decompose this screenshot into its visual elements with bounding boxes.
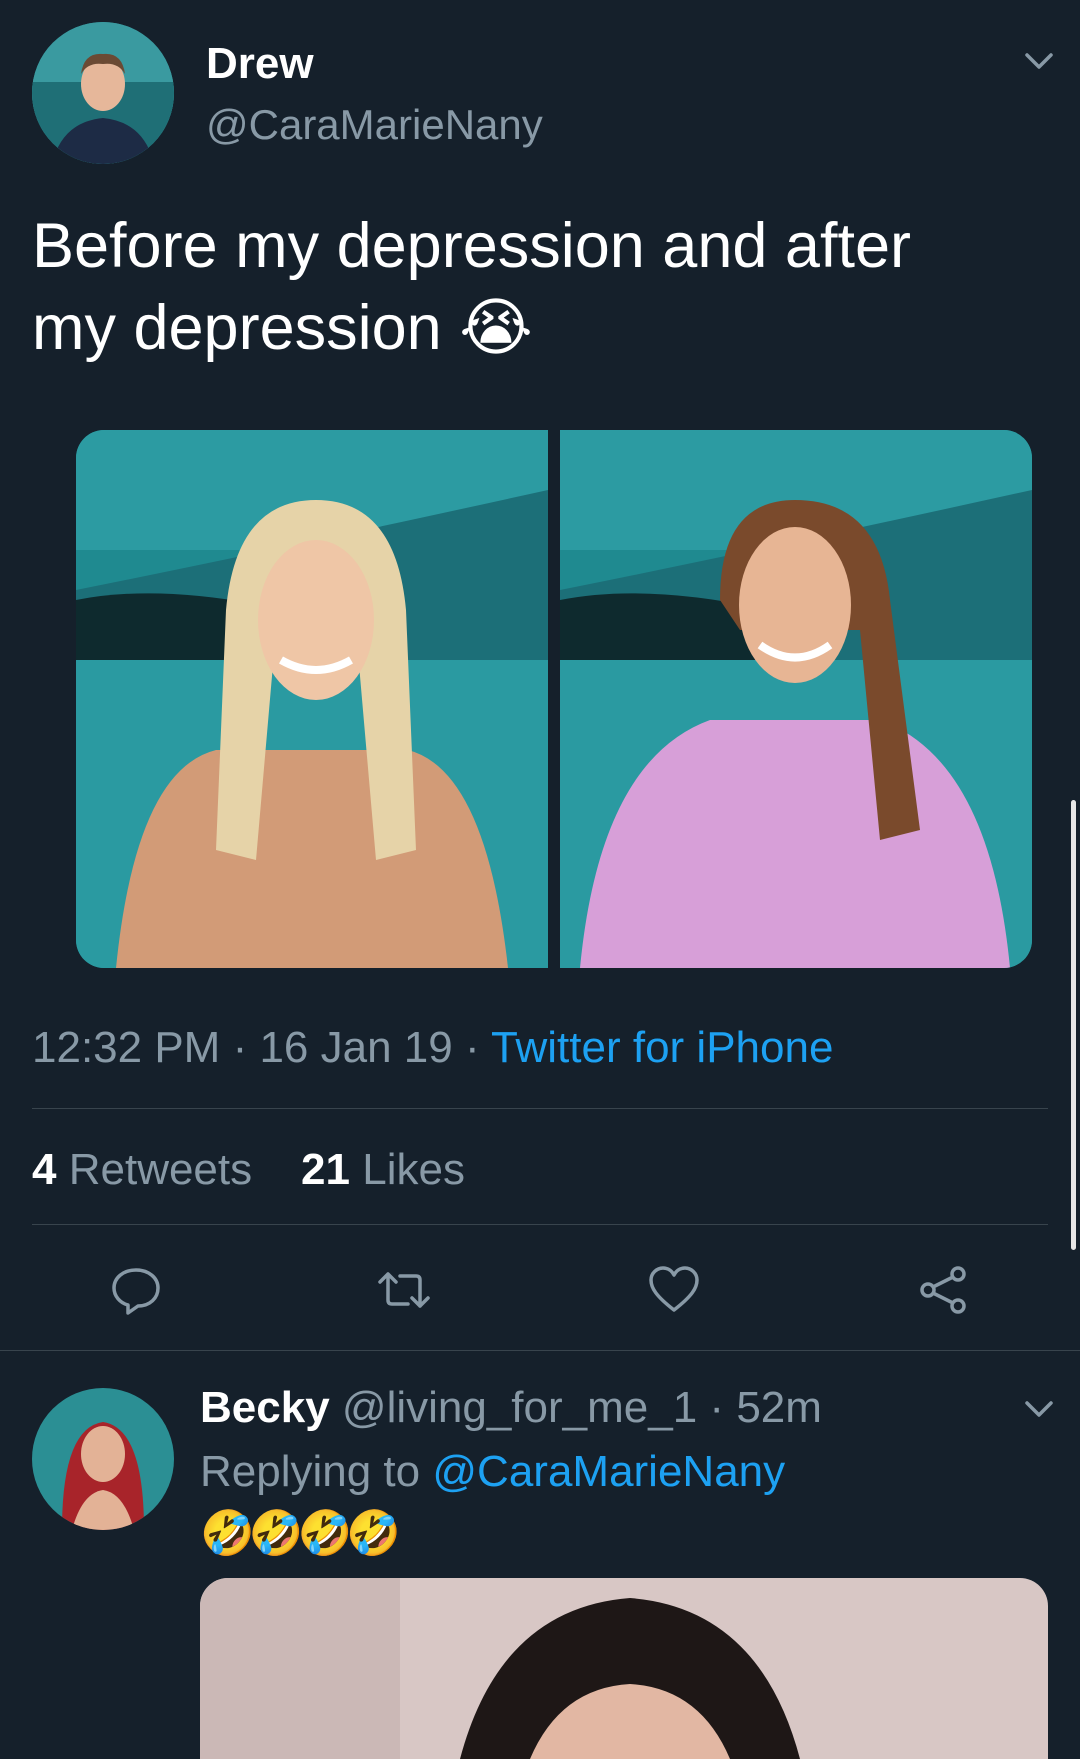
replying-to: Replying to @CaraMarieNany (200, 1444, 785, 1500)
retweets-count: 4 (32, 1145, 57, 1194)
retweets-stat[interactable]: 4 Retweets (32, 1145, 252, 1194)
reply-photo[interactable] (200, 1578, 1048, 1759)
tweet-text-line-2-words: my depression (32, 293, 442, 363)
meta-separator: · (220, 1023, 260, 1072)
tweet-photo-right[interactable] (560, 430, 1032, 968)
tweet-source-link[interactable]: Twitter for iPhone (491, 1023, 833, 1072)
tweet-meta: 12:32 PM · 16 Jan 19 · Twitter for iPhon… (32, 1020, 833, 1076)
author-name[interactable]: Drew (206, 38, 314, 90)
tweet-text-line-2: my depression 😭 (32, 288, 533, 368)
reply-icon[interactable] (108, 1262, 164, 1318)
chevron-down-icon[interactable] (1024, 50, 1054, 72)
tweet-stats: 4 Retweets 21 Likes (32, 1142, 465, 1198)
tweet-text-line-1: Before my depression and after (32, 211, 911, 281)
reply-author-handle[interactable]: @living_for_me_1 (342, 1383, 697, 1432)
retweets-label: Retweets (68, 1145, 253, 1194)
replying-to-handle[interactable]: @CaraMarieNany (432, 1447, 785, 1496)
crying-face-emoji: 😭 (459, 293, 533, 363)
tweet-time: 12:32 PM (32, 1023, 221, 1072)
likes-label: Likes (362, 1145, 465, 1194)
reply-author-avatar[interactable] (32, 1388, 174, 1530)
scrollbar[interactable] (1071, 800, 1076, 1250)
reply-header: Becky @living_for_me_1 · 52m (200, 1380, 822, 1436)
tweet-photo-left[interactable] (76, 430, 548, 968)
replying-to-label: Replying to (200, 1447, 421, 1496)
retweet-icon[interactable] (376, 1262, 432, 1318)
chevron-down-icon[interactable] (1024, 1398, 1054, 1420)
reply-text: 🤣🤣🤣🤣 (200, 1509, 401, 1558)
meta-separator: · (452, 1023, 492, 1072)
divider (32, 1224, 1048, 1225)
reply-author-name[interactable]: Becky (200, 1383, 330, 1432)
author-handle[interactable]: @CaraMarieNany (206, 100, 543, 150)
like-icon[interactable] (646, 1262, 702, 1318)
divider (32, 1108, 1048, 1109)
share-icon[interactable] (916, 1262, 972, 1318)
likes-stat[interactable]: 21 Likes (301, 1145, 465, 1194)
likes-count: 21 (301, 1145, 350, 1194)
author-avatar[interactable] (32, 22, 174, 164)
reply-age: 52m (736, 1383, 822, 1432)
tweet-date: 16 Jan 19 (259, 1023, 453, 1072)
reply-separator: · (697, 1383, 737, 1432)
divider (0, 1350, 1080, 1351)
